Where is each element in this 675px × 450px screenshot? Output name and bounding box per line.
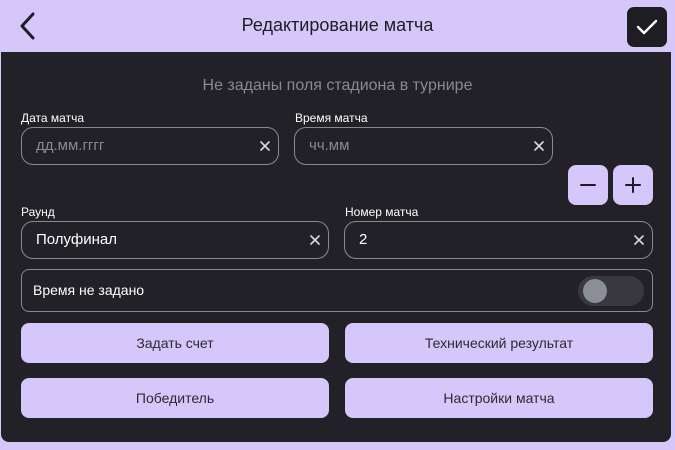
check-icon [636,19,658,35]
round-label: Раунд [21,205,55,219]
increment-button[interactable] [613,165,653,205]
toggle-knob [583,279,607,303]
close-icon [260,141,270,151]
match-settings-button[interactable]: Настройки матча [345,378,653,418]
round-input[interactable]: Полуфинал [21,221,329,259]
match-number-label: Номер матча [345,205,419,219]
round-value: Полуфинал [36,231,117,248]
clear-match-number-button[interactable] [630,231,648,249]
clear-date-button[interactable] [256,137,274,155]
clear-time-button[interactable] [530,137,548,155]
close-icon [634,235,644,245]
clear-round-button[interactable] [306,231,324,249]
stadium-notice: Не заданы поля стадиона в турнире [202,77,473,94]
plus-icon [625,177,641,193]
date-placeholder: дд.мм.гггг [36,137,105,154]
winner-button[interactable]: Победитель [21,378,329,418]
decrement-button[interactable] [568,165,608,205]
technical-result-button[interactable]: Технический результат [345,323,653,363]
page-title: Редактирование матча [241,15,434,35]
time-label: Время матча [295,111,368,125]
minus-icon [580,184,596,186]
set-score-button[interactable]: Задать счет [21,323,329,363]
header: Редактирование матча [0,0,675,52]
confirm-button[interactable] [627,7,667,47]
time-not-set-label: Время не задано [33,282,145,298]
edit-match-screen: Редактирование матча Не заданы поля стад… [0,0,675,450]
time-input[interactable]: чч.мм [294,127,553,165]
time-not-set-row: Время не задано [21,269,653,312]
date-label: Дата матча [21,111,84,125]
time-not-set-toggle[interactable] [578,276,644,306]
close-icon [310,235,320,245]
match-number-input[interactable]: 2 [344,221,653,259]
time-placeholder: чч.мм [309,137,350,154]
match-number-value: 2 [359,231,368,248]
date-input[interactable]: дд.мм.гггг [21,127,279,165]
close-icon [534,141,544,151]
